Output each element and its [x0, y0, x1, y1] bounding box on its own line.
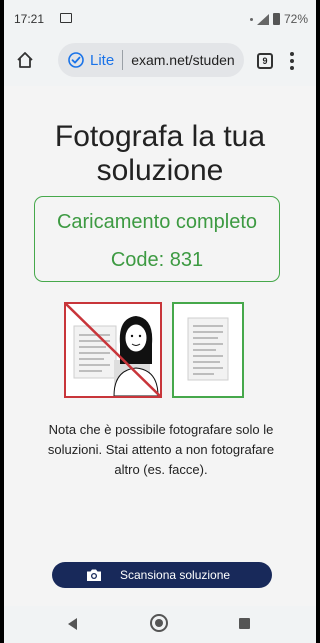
lite-mode-icon: [68, 52, 84, 68]
page-title: Fotografa la tua soluzione: [54, 120, 266, 187]
battery-icon: [272, 13, 280, 25]
signal-icon: [256, 13, 269, 25]
good-example-illustration: [187, 317, 229, 381]
scan-solution-button[interactable]: Scansiona soluzione: [52, 562, 272, 588]
url-text[interactable]: exam.net/studen: [131, 52, 235, 68]
address-separator: [122, 50, 124, 70]
upload-code: Code: 831: [110, 249, 204, 271]
phone-screen: 17:21 72% Lite exam.net/studen 9 Fotogra…: [4, 0, 316, 643]
camera-icon: [87, 569, 101, 581]
photo-note: Nota che è possibile fotografare solo le…: [47, 422, 275, 477]
recents-icon[interactable]: [239, 618, 250, 629]
notification-dot-icon: [249, 17, 253, 21]
bad-photo-example: [64, 302, 162, 398]
upload-status-box: Caricamento completo Code: 831: [34, 196, 280, 282]
page-content: Fotografa la tua soluzione Caricamento c…: [4, 86, 316, 606]
tab-switcher-button[interactable]: 9: [257, 53, 273, 69]
status-time: 17:21: [14, 12, 45, 26]
back-icon[interactable]: [68, 618, 77, 630]
image-notification-icon: [60, 13, 72, 23]
upload-status-text: Caricamento completo: [56, 211, 258, 233]
battery-percent: 72%: [283, 12, 308, 26]
browser-toolbar: Lite exam.net/studen 9: [4, 36, 316, 82]
bad-example-illustration: [66, 304, 160, 396]
home-icon[interactable]: [16, 51, 34, 69]
overflow-menu-icon[interactable]: [290, 52, 294, 70]
status-bar: 17:21 72%: [4, 0, 316, 36]
system-nav-bar: [4, 606, 316, 643]
lite-mode-label: Lite: [90, 51, 115, 69]
status-right: 72%: [249, 12, 308, 26]
scan-solution-label: Scansiona soluzione: [120, 568, 231, 582]
good-photo-example: [172, 302, 244, 398]
nav-home-icon[interactable]: [150, 614, 168, 632]
address-bar[interactable]: Lite exam.net/studen: [58, 43, 244, 77]
